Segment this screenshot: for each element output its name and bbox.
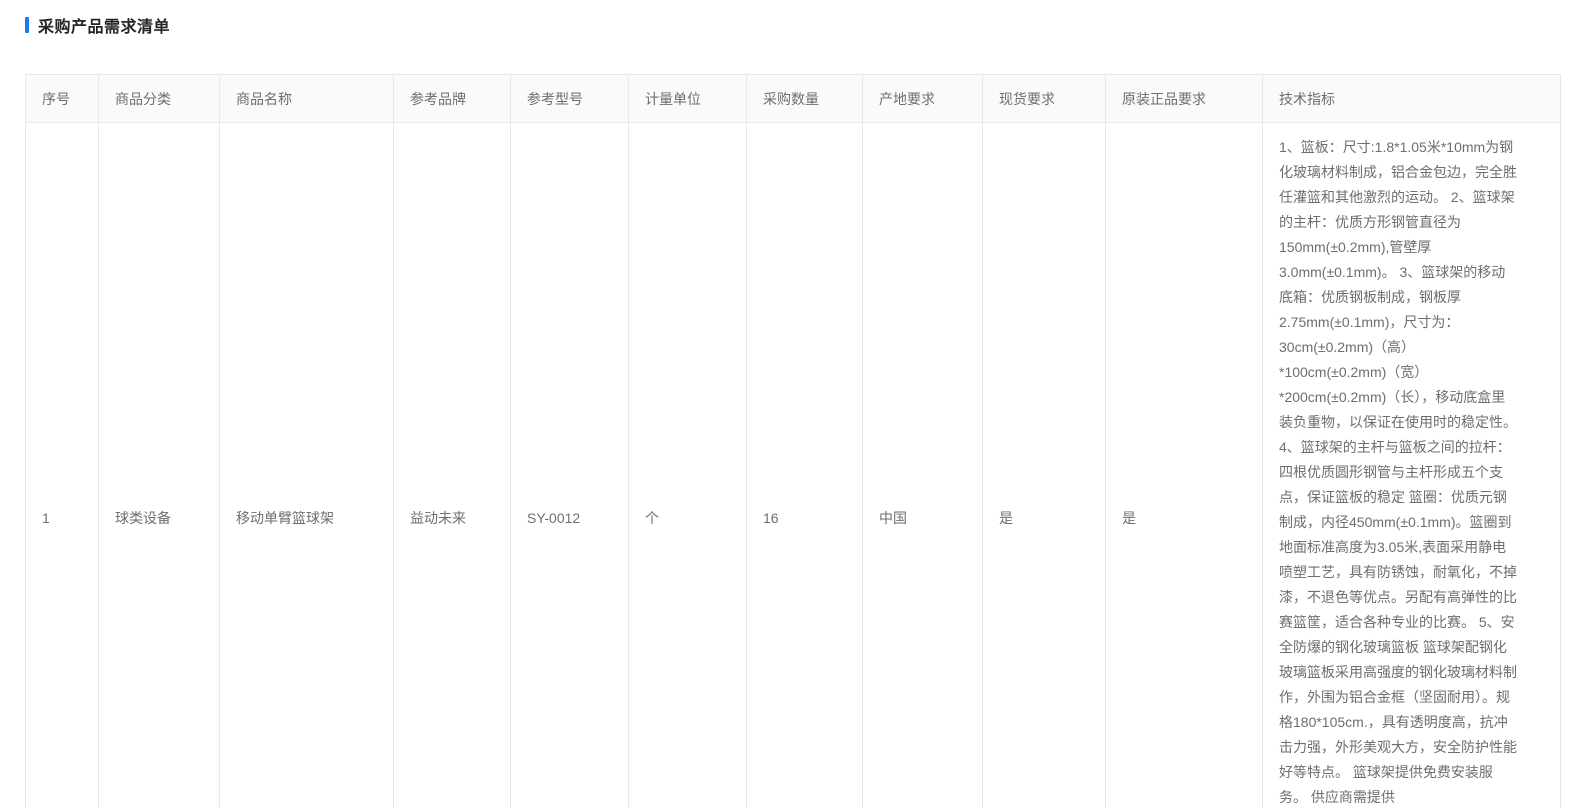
col-header-brand: 参考品牌 <box>394 75 511 123</box>
col-header-origin: 产地要求 <box>863 75 983 123</box>
col-header-quantity: 采购数量 <box>747 75 863 123</box>
tech-spec-text: 1、篮板：尺寸:1.8*1.05米*10mm为钢化玻璃材料制成，铝合金包边，完全… <box>1279 135 1519 808</box>
col-header-model: 参考型号 <box>511 75 629 123</box>
col-header-tech: 技术指标 <box>1263 75 1561 123</box>
title-accent-bar <box>25 17 29 33</box>
cell-category: 球类设备 <box>99 123 220 808</box>
section-header: 采购产品需求清单 <box>25 15 1585 35</box>
cell-stock: 是 <box>983 123 1106 808</box>
col-header-category: 商品分类 <box>99 75 220 123</box>
cell-genuine: 是 <box>1106 123 1263 808</box>
procurement-table-container: 序号 商品分类 商品名称 参考品牌 参考型号 计量单位 采购数量 产地要求 现货… <box>25 74 1585 808</box>
cell-model: SY-0012 <box>511 123 629 808</box>
col-header-name: 商品名称 <box>220 75 394 123</box>
procurement-table: 序号 商品分类 商品名称 参考品牌 参考型号 计量单位 采购数量 产地要求 现货… <box>25 74 1561 808</box>
cell-origin: 中国 <box>863 123 983 808</box>
cell-tech-spec: 1、篮板：尺寸:1.8*1.05米*10mm为钢化玻璃材料制成，铝合金包边，完全… <box>1263 123 1561 808</box>
col-header-genuine: 原装正品要求 <box>1106 75 1263 123</box>
col-header-unit: 计量单位 <box>629 75 747 123</box>
col-header-stock: 现货要求 <box>983 75 1106 123</box>
cell-index: 1 <box>26 123 99 808</box>
cell-quantity: 16 <box>747 123 863 808</box>
page-title: 采购产品需求清单 <box>38 13 170 37</box>
cell-unit: 个 <box>629 123 747 808</box>
cell-brand: 益动未来 <box>394 123 511 808</box>
col-header-index: 序号 <box>26 75 99 123</box>
table-row: 1 球类设备 移动单臂篮球架 益动未来 SY-0012 个 16 中国 是 是 … <box>26 123 1561 808</box>
cell-name: 移动单臂篮球架 <box>220 123 394 808</box>
table-header-row: 序号 商品分类 商品名称 参考品牌 参考型号 计量单位 采购数量 产地要求 现货… <box>26 75 1561 123</box>
